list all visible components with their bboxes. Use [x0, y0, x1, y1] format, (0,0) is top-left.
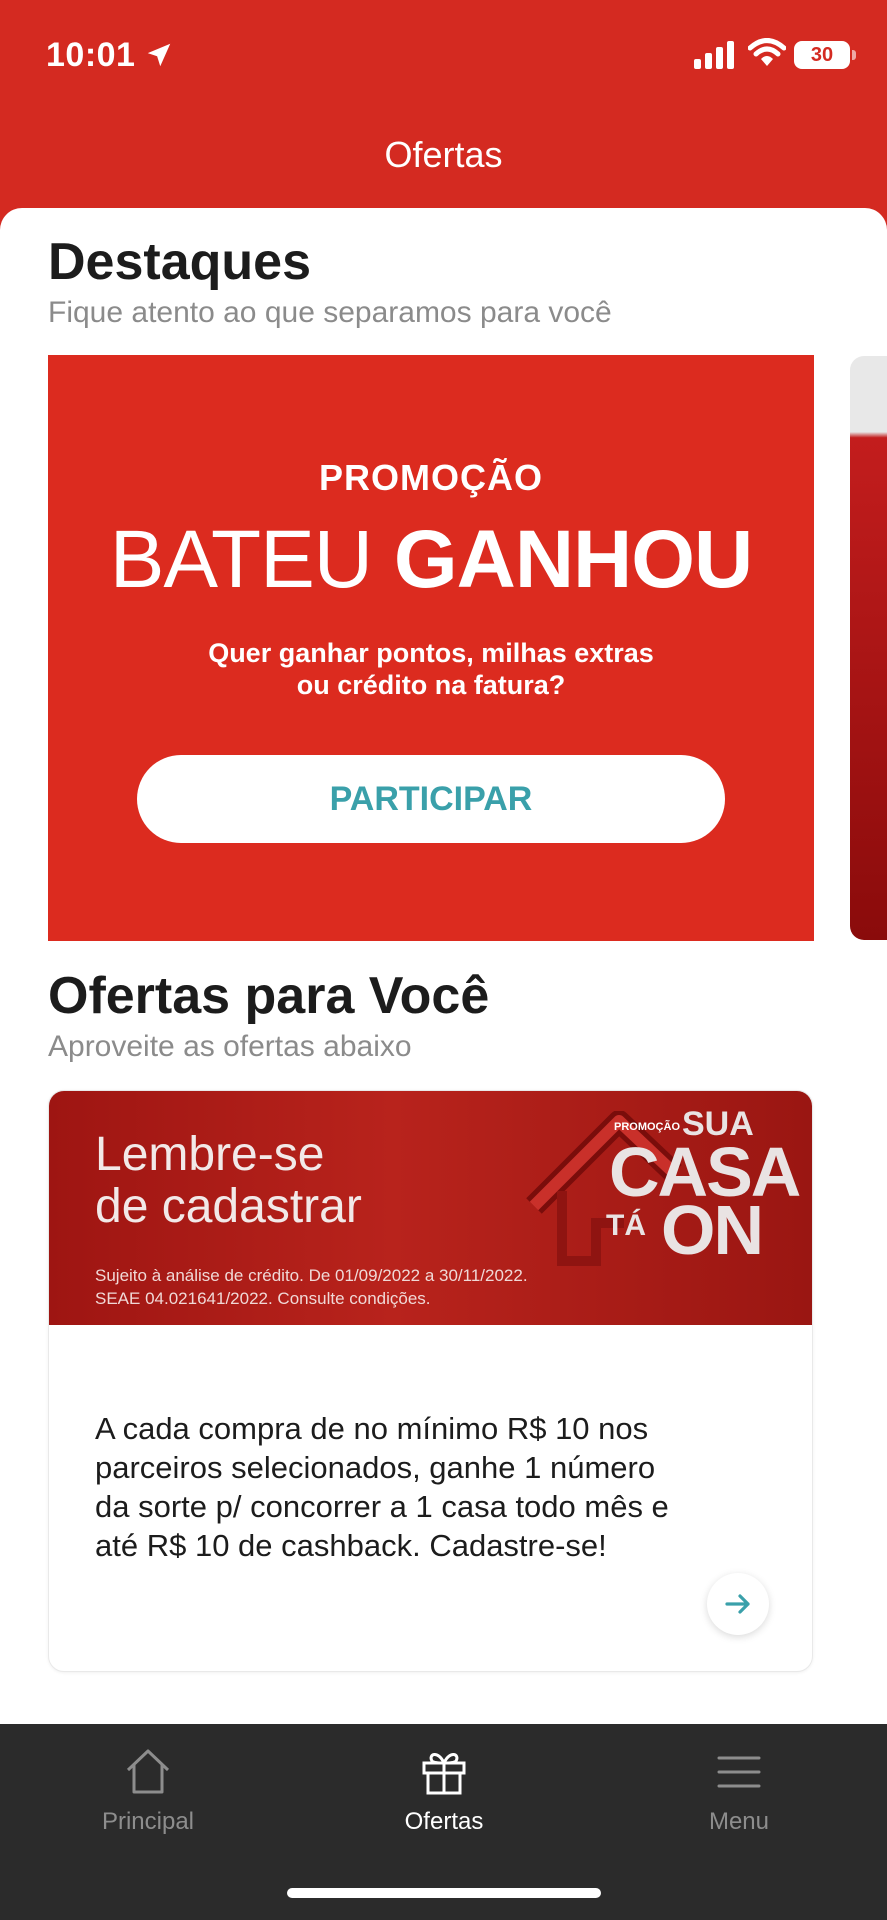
- highlights-title: Destaques: [48, 233, 311, 291]
- menu-icon: [717, 1756, 761, 1788]
- tab-menu-label: Menu: [708, 1808, 770, 1835]
- offer-banner-line2: de cadastrar: [95, 1180, 362, 1233]
- promo-label-small: PROMOÇÃO: [614, 1121, 680, 1133]
- offer-banner-legal2: SEAE 04.021641/2022. Consulte condições.: [95, 1289, 431, 1308]
- battery-indicator: 30: [794, 41, 850, 69]
- participar-button[interactable]: PARTICIPAR: [137, 755, 725, 843]
- offer-card[interactable]: Lembre-se de cadastrar Sujeito à análise…: [48, 1090, 813, 1672]
- offers-subtitle: Aproveite as ofertas abaixo: [48, 1030, 412, 1063]
- banner-text-line2: ou crédito na fatura?: [296, 670, 566, 700]
- promo-banner-bateu-ganhou[interactable]: PROMOÇÃO BATEU GANHOU Quer ganhar pontos…: [48, 355, 814, 941]
- arrow-right-icon: [725, 1594, 750, 1614]
- gift-icon: [422, 1753, 466, 1795]
- home-indicator: [287, 1888, 601, 1898]
- banner-eyebrow: PROMOÇÃO: [319, 457, 543, 498]
- banner-title-part2: GANHOU: [393, 514, 753, 605]
- location-arrow-icon: [147, 43, 171, 67]
- promo-label-ta: TÁ: [606, 1209, 646, 1242]
- tab-ofertas[interactable]: Ofertas: [296, 1724, 592, 1874]
- offers-title: Ofertas para Você: [48, 967, 490, 1025]
- banner-text: Quer ganhar pontos, milhas extras ou cré…: [48, 637, 814, 701]
- highlights-subtitle: Fique atento ao que separamos para você: [48, 296, 612, 329]
- tab-menu[interactable]: Menu: [591, 1724, 887, 1874]
- tab-principal[interactable]: Principal: [0, 1724, 296, 1874]
- offer-description: A cada compra de no mínimo R$ 10 nos par…: [95, 1411, 669, 1563]
- offer-banner-line1: Lembre-se: [95, 1128, 325, 1181]
- offer-arrow-button[interactable]: [707, 1573, 769, 1635]
- home-icon: [126, 1749, 170, 1794]
- status-time: 10:01: [46, 36, 136, 74]
- offer-banner: Lembre-se de cadastrar Sujeito à análise…: [49, 1091, 812, 1325]
- banner-text-line1: Quer ganhar pontos, milhas extras: [208, 638, 654, 668]
- battery-tip: [852, 50, 856, 60]
- page-title: Ofertas: [384, 134, 503, 175]
- tab-principal-label: Principal: [101, 1808, 195, 1835]
- promo-label-on: ON: [661, 1191, 764, 1269]
- content-area: Destaques Fique atento ao que separamos …: [0, 208, 887, 1724]
- cellular-signal-icon: [694, 41, 734, 69]
- banner-title-part1: BATEU: [109, 514, 373, 605]
- tab-ofertas-label: Ofertas: [404, 1808, 484, 1835]
- status-bar: 10:01 30: [0, 0, 887, 110]
- banner-title: BATEU GANHOU: [48, 513, 814, 607]
- offer-banner-legal1: Sujeito à análise de crédito. De 01/09/2…: [95, 1266, 528, 1285]
- wifi-icon: [748, 38, 786, 66]
- next-highlight-card[interactable]: [850, 356, 887, 940]
